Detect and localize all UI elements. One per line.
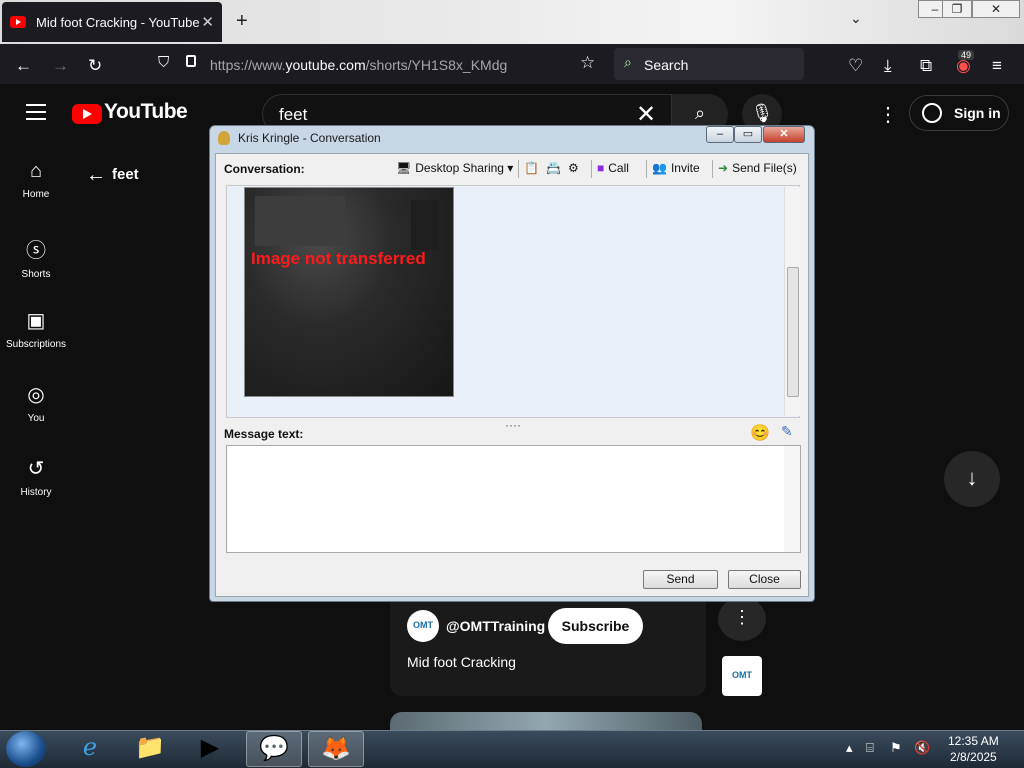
extension-badge: 49: [958, 50, 975, 60]
message-text-input[interactable]: [226, 445, 801, 553]
search-context-label: feet: [112, 166, 139, 183]
app-menu-icon[interactable]: ≡: [992, 56, 1002, 76]
sign-in-button[interactable]: Sign in: [909, 95, 1009, 131]
back-arrow-icon[interactable]: ←: [86, 164, 106, 187]
desktop-sharing-icon: 🖥: [396, 161, 412, 175]
file-explorer-icon[interactable]: 📁: [122, 731, 178, 767]
invite-users-icon: 👥: [652, 161, 667, 175]
conversation-scrollbar[interactable]: [784, 187, 800, 416]
clock-date[interactable]: 2/8/2025: [950, 750, 997, 764]
search-icon: ⌕: [624, 54, 632, 70]
message-scrollbar[interactable]: [784, 446, 800, 552]
new-tab-button[interactable]: +: [236, 10, 248, 33]
address-bar[interactable]: ⛉ https://www.youtube.com/shorts/YH1S8x_…: [148, 48, 606, 80]
home-icon: ⌂: [29, 160, 43, 182]
downloads-icon[interactable]: ⤓: [884, 56, 892, 76]
history-log-icon[interactable]: 📋: [524, 161, 539, 175]
send-button[interactable]: Send: [643, 570, 718, 589]
image-content-monitor: [255, 196, 345, 246]
toolbar-divider: [518, 160, 519, 178]
short-title[interactable]: Mid foot Cracking: [407, 654, 516, 670]
youtube-favicon-icon: [10, 16, 26, 28]
more-actions-icon[interactable]: ⋮: [718, 597, 766, 641]
close-button[interactable]: Close: [728, 570, 801, 589]
channel-name[interactable]: @OMTTraining: [446, 618, 545, 634]
sidebar-item-shorts[interactable]: ⓢ Shorts: [0, 234, 72, 280]
shorts-icon: ⓢ: [26, 240, 46, 262]
chat-close-button[interactable]: ✕: [763, 126, 805, 143]
extensions-puzzle-icon[interactable]: ⧉: [920, 56, 932, 76]
toolbar-divider: [646, 160, 647, 178]
lock-icon[interactable]: [186, 55, 196, 67]
emoticon-icon[interactable]: 😊: [750, 423, 770, 443]
youtube-logo-text[interactable]: YouTube: [104, 100, 188, 124]
bookmark-star-icon[interactable]: ☆: [580, 53, 595, 73]
subscriptions-icon: ▣: [26, 310, 46, 332]
restore-window-button[interactable]: ❐: [942, 0, 972, 18]
next-short-arrow-icon[interactable]: ↓: [944, 451, 1000, 507]
reload-icon[interactable]: ↻: [88, 56, 102, 76]
sidebar-item-you[interactable]: ◎ You: [0, 382, 72, 424]
pocket-icon[interactable]: ♡: [848, 56, 863, 76]
back-arrow-icon[interactable]: ←: [15, 56, 32, 76]
tab-title: Mid foot Cracking - YouTube: [36, 14, 200, 30]
show-hidden-icons-icon[interactable]: ▴: [846, 740, 853, 756]
chat-maximize-button[interactable]: ▭: [734, 126, 762, 143]
tracking-shield-icon[interactable]: ⛉: [158, 54, 169, 71]
contact-info-icon[interactable]: 📇: [546, 161, 561, 175]
network-icon[interactable]: ⌸: [866, 740, 874, 756]
tab-close-icon[interactable]: ✕: [201, 13, 214, 31]
splitter-grip[interactable]: ····: [505, 418, 521, 432]
settings-kebab-icon[interactable]: ⋮: [878, 102, 898, 127]
subscribe-button[interactable]: Subscribe: [548, 608, 643, 644]
short-info-card: [390, 598, 706, 696]
conversation-label: Conversation:: [224, 162, 305, 176]
message-label: Message text:: [224, 427, 304, 441]
image-error-text: Image not transferred: [251, 249, 426, 268]
transferred-image-placeholder[interactable]: [244, 187, 454, 397]
clock-time[interactable]: 12:35 AM: [948, 734, 999, 748]
sidebar-item-home[interactable]: ⌂ Home: [0, 160, 72, 200]
format-text-icon[interactable]: ✎: [781, 423, 793, 440]
channel-avatar[interactable]: OMT: [407, 610, 439, 642]
chat-minimize-button[interactable]: –: [706, 126, 734, 143]
toolbar-divider: [591, 160, 592, 178]
url-text[interactable]: https://www.youtube.com/shorts/YH1S8x_KM…: [210, 57, 507, 73]
conversation-window-title: Kris Kringle - Conversation: [238, 131, 381, 145]
list-all-tabs-chevron-icon[interactable]: ⌄: [850, 10, 862, 27]
guide-menu-icon[interactable]: [26, 104, 46, 120]
next-short-preview[interactable]: [390, 712, 702, 732]
browser-tab[interactable]: Mid foot Cracking - YouTube ✕: [2, 2, 222, 42]
forward-arrow-icon[interactable]: →: [52, 56, 69, 76]
buddy-icon: [218, 131, 230, 145]
sidebar-item-history[interactable]: ↺ History: [0, 456, 72, 498]
messenger-taskbar-icon[interactable]: 💬: [246, 731, 302, 767]
you-icon: ◎: [27, 384, 45, 406]
start-button[interactable]: [6, 731, 46, 767]
toolbar-divider: [712, 160, 713, 178]
invite-button[interactable]: 👥 Invite: [652, 161, 700, 175]
media-player-icon[interactable]: ▶: [182, 731, 238, 767]
youtube-logo-icon[interactable]: [72, 104, 102, 124]
action-center-flag-icon[interactable]: ⚑: [890, 740, 902, 756]
account-icon: [922, 103, 942, 123]
image-content-shadow: [411, 200, 439, 250]
send-files-button[interactable]: ➜ Send File(s): [718, 161, 797, 175]
firefox-taskbar-icon[interactable]: 🦊: [308, 731, 364, 767]
settings-gear-icon[interactable]: ⚙: [568, 161, 579, 175]
video-camera-icon: ■: [597, 161, 605, 175]
call-button[interactable]: ■ Call: [597, 161, 629, 175]
close-window-button[interactable]: ✕: [972, 0, 1020, 18]
sidebar-item-subscriptions[interactable]: ▣ Subscriptions: [0, 308, 72, 350]
send-file-icon: ➜: [718, 161, 729, 175]
sound-thumbnail[interactable]: OMT: [722, 656, 762, 696]
desktop-sharing-button[interactable]: 🖥 Desktop Sharing ▾: [396, 161, 513, 175]
history-icon: ↺: [27, 458, 45, 480]
volume-muted-icon[interactable]: 🔇: [914, 740, 930, 756]
browser-search-field[interactable]: ⌕ Search: [614, 48, 804, 80]
internet-explorer-icon[interactable]: ℯ: [62, 731, 118, 767]
scrollbar-thumb[interactable]: [787, 267, 799, 397]
